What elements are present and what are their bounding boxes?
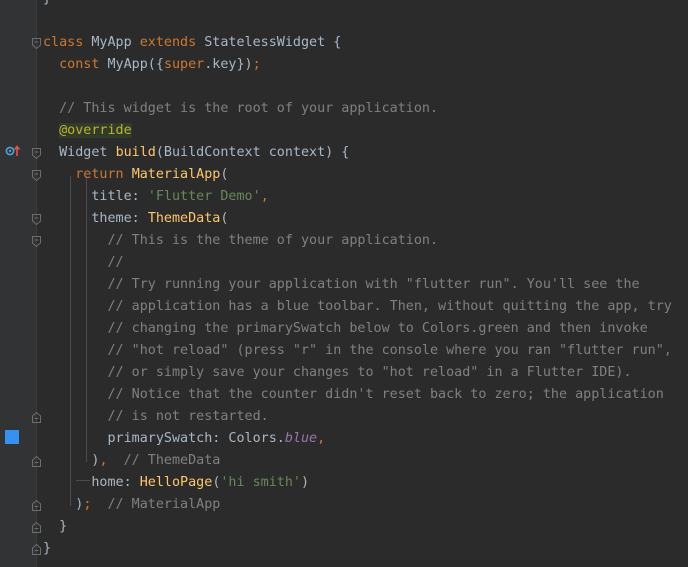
code-token: primarySwatch: Colors. xyxy=(43,431,285,446)
code-line[interactable]: // This widget is the root of your appli… xyxy=(43,98,438,120)
code-token: const xyxy=(43,57,108,72)
code-token: ) xyxy=(301,475,310,490)
code-token: // This widget is the root of your appli… xyxy=(43,101,439,116)
code-token: ) xyxy=(43,497,84,512)
fold-collapse-end-icon[interactable] xyxy=(32,500,41,511)
code-line[interactable]: theme: ThemeData( xyxy=(43,208,228,230)
code-line[interactable]: Widget build(BuildContext context) { xyxy=(43,142,349,164)
code-token: // is not restarted. xyxy=(43,409,269,424)
code-token: MaterialApp xyxy=(131,167,221,182)
fold-expand-icon[interactable] xyxy=(32,148,41,159)
code-line[interactable]: ), // ThemeData xyxy=(43,450,220,472)
code-token: ; xyxy=(252,57,261,72)
code-line[interactable]: // changing the primarySwatch below to C… xyxy=(43,318,648,340)
code-token: // Notice that the counter didn't reset … xyxy=(43,387,664,402)
code-token: build xyxy=(115,145,156,160)
code-line[interactable]: class MyApp extends StatelessWidget { xyxy=(43,32,341,54)
fold-collapse-end-icon[interactable] xyxy=(32,544,41,555)
editor-gutter[interactable] xyxy=(0,0,36,567)
code-token: MyApp({ xyxy=(107,57,164,72)
code-line[interactable]: } xyxy=(43,0,51,10)
code-token: MyApp xyxy=(91,35,140,50)
code-token: Widget xyxy=(43,145,116,160)
code-token: // This is the theme of your application… xyxy=(43,233,439,248)
code-token: // ThemeData xyxy=(107,453,221,468)
code-token: // MaterialApp xyxy=(91,497,221,512)
code-token: class xyxy=(43,35,92,50)
code-token: HelloPage xyxy=(139,475,213,490)
code-line[interactable]: // Notice that the counter didn't reset … xyxy=(43,384,664,406)
code-line[interactable]: home: HelloPage('hi smith') xyxy=(43,472,309,494)
code-line[interactable]: title: 'Flutter Demo', xyxy=(43,186,269,208)
code-token: title: xyxy=(43,189,148,204)
code-token: // application has a blue toolbar. Then,… xyxy=(43,299,672,314)
code-token: } xyxy=(43,0,51,6)
fold-expand-icon[interactable] xyxy=(32,38,41,49)
code-line[interactable]: } xyxy=(43,538,51,560)
code-token: // "hot reload" (press "r" in the consol… xyxy=(43,343,672,358)
code-token: // xyxy=(43,255,124,270)
code-editor[interactable]: } class MyApp extends StatelessWidget { c… xyxy=(37,0,688,567)
code-token: @override xyxy=(59,123,132,138)
code-line[interactable]: // "hot reload" (press "r" in the consol… xyxy=(43,340,672,362)
bookmark-marker-icon[interactable] xyxy=(5,430,19,444)
code-token: (BuildContext context) { xyxy=(155,145,350,160)
code-line[interactable]: // This is the theme of your application… xyxy=(43,230,438,252)
fold-expand-icon[interactable] xyxy=(32,236,41,247)
code-line[interactable]: ); // MaterialApp xyxy=(43,494,220,516)
code-token: StatelessWidget { xyxy=(204,35,342,50)
override-method-icon[interactable] xyxy=(5,144,21,158)
fold-collapse-end-icon[interactable] xyxy=(32,522,41,533)
code-token: extends xyxy=(139,35,205,50)
code-token: theme: xyxy=(43,211,148,226)
code-token: super xyxy=(163,57,205,72)
code-line[interactable]: @override xyxy=(43,120,132,142)
code-line[interactable]: // Try running your application with "fl… xyxy=(43,274,640,296)
code-token: return xyxy=(43,167,132,182)
code-token: ( xyxy=(220,211,229,226)
fold-expand-icon[interactable] xyxy=(32,170,41,181)
code-token: 'Flutter Demo' xyxy=(147,189,261,204)
code-line[interactable]: } xyxy=(43,516,67,538)
code-token: 'hi smith' xyxy=(220,475,301,490)
code-token: } xyxy=(43,519,68,534)
fold-expand-icon[interactable] xyxy=(32,214,41,225)
code-line[interactable]: return MaterialApp( xyxy=(43,164,228,186)
code-token: .key}) xyxy=(204,57,253,72)
code-token: ThemeData xyxy=(147,211,221,226)
code-token: , xyxy=(317,431,326,446)
code-line[interactable]: // or simply save your changes to "hot r… xyxy=(43,362,632,384)
code-token: , xyxy=(260,189,269,204)
code-line[interactable]: primarySwatch: Colors.blue, xyxy=(43,428,325,450)
fold-collapse-end-icon[interactable] xyxy=(32,412,41,423)
code-token: // or simply save your changes to "hot r… xyxy=(43,365,632,380)
code-line[interactable]: // xyxy=(43,252,124,274)
code-token: } xyxy=(43,541,52,556)
code-token: home: xyxy=(43,475,140,490)
code-line[interactable]: // is not restarted. xyxy=(43,406,269,428)
code-token: // Try running your application with "fl… xyxy=(43,277,640,292)
fold-collapse-end-icon[interactable] xyxy=(32,456,41,467)
code-token: , xyxy=(99,453,108,468)
code-token: ) xyxy=(43,453,100,468)
code-token: // changing the primarySwatch below to C… xyxy=(43,321,648,336)
code-token: ( xyxy=(220,167,229,182)
code-line[interactable]: const MyApp({super.key}); xyxy=(43,54,261,76)
code-line[interactable]: // application has a blue toolbar. Then,… xyxy=(43,296,672,318)
code-token: blue xyxy=(284,431,318,446)
